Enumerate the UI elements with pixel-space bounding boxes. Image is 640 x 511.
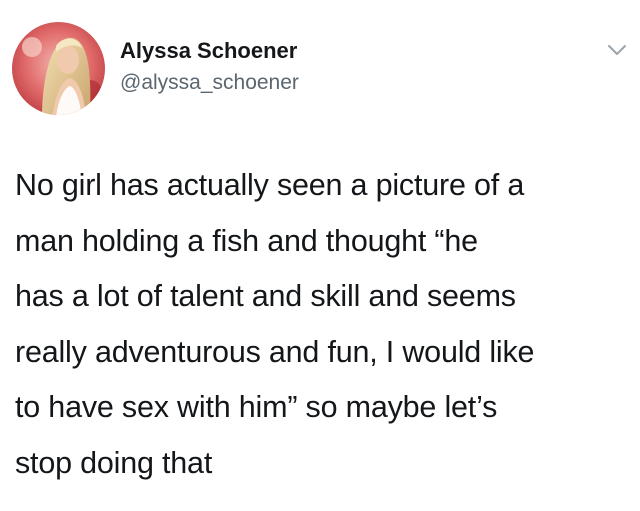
chevron-down-icon[interactable] — [606, 42, 628, 58]
tweet-card: Alyssa Schoener @alyssa_schoener No girl… — [0, 0, 640, 511]
author-display-name[interactable]: Alyssa Schoener — [120, 38, 297, 64]
author-handle[interactable]: @alyssa_schoener — [120, 70, 299, 96]
profile-photo-icon — [12, 22, 105, 115]
tweet-text: No girl has actually seen a picture of a… — [15, 168, 535, 480]
avatar[interactable] — [12, 22, 105, 115]
